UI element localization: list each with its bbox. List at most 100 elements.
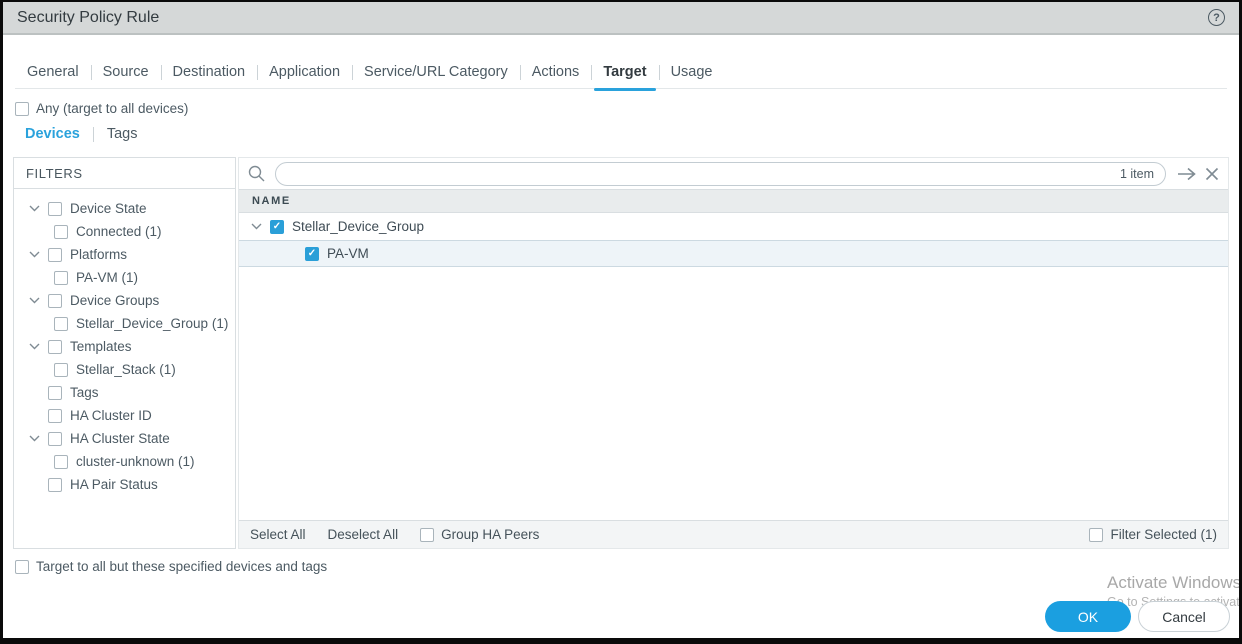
filter-checkbox[interactable]	[48, 248, 62, 262]
device-group-row[interactable]: Stellar_Device_Group	[239, 213, 1228, 240]
filter-label: Stellar_Stack (1)	[76, 362, 176, 377]
filters-panel: FILTERS Device State Connected (1) Platf…	[13, 157, 236, 549]
filter-selected-label: Filter Selected (1)	[1110, 527, 1217, 542]
filter-item-stellar-device-group: Stellar_Device_Group (1)	[14, 312, 235, 335]
filter-checkbox[interactable]	[54, 225, 68, 239]
tab-target[interactable]: Target	[591, 56, 658, 89]
search-row: 1 item	[239, 158, 1228, 189]
subtab-bar: Devices Tags	[25, 126, 137, 142]
subtab-separator	[93, 127, 94, 142]
filter-label: Device State	[70, 201, 147, 216]
filter-checkbox[interactable]	[54, 317, 68, 331]
device-group-checkbox[interactable]	[270, 220, 284, 234]
name-column-header: NAME	[239, 189, 1228, 213]
filter-label: HA Cluster ID	[70, 408, 152, 423]
filter-selected-control: Filter Selected (1)	[1089, 527, 1217, 542]
tab-service-url-category[interactable]: Service/URL Category	[352, 56, 520, 89]
filters-header: FILTERS	[14, 158, 235, 189]
tab-bar: General Source Destination Application S…	[15, 56, 1227, 89]
device-checkbox[interactable]	[305, 247, 319, 261]
filter-item-tags: Tags	[14, 381, 235, 404]
chevron-down-icon[interactable]	[28, 251, 40, 258]
filter-checkbox[interactable]	[48, 432, 62, 446]
filter-checkbox[interactable]	[54, 455, 68, 469]
tab-source[interactable]: Source	[91, 56, 161, 89]
search-icon	[243, 164, 270, 183]
item-count-badge: 1 item	[1120, 167, 1165, 181]
filter-item-device-state: Device State	[14, 197, 235, 220]
filter-item-ha-cluster-id: HA Cluster ID	[14, 404, 235, 427]
filter-checkbox[interactable]	[54, 363, 68, 377]
filter-label: Templates	[70, 339, 132, 354]
negate-target-row: Target to all but these specified device…	[15, 559, 327, 574]
filter-label: cluster-unknown (1)	[76, 454, 195, 469]
help-icon[interactable]: ?	[1208, 9, 1225, 26]
select-all-button[interactable]: Select All	[250, 527, 306, 542]
group-ha-peers-control: Group HA Peers	[420, 527, 539, 542]
tab-actions[interactable]: Actions	[520, 56, 592, 89]
target-content: FILTERS Device State Connected (1) Platf…	[13, 157, 1229, 549]
search-pill: 1 item	[275, 162, 1166, 186]
dialog-footer-buttons: OK Cancel	[1045, 601, 1230, 632]
filter-selected-checkbox[interactable]	[1089, 528, 1103, 542]
filter-checkbox[interactable]	[54, 271, 68, 285]
filter-label: Stellar_Device_Group (1)	[76, 316, 228, 331]
filter-label: Tags	[70, 385, 99, 400]
filter-item-templates: Templates	[14, 335, 235, 358]
filter-checkbox[interactable]	[48, 478, 62, 492]
tab-destination[interactable]: Destination	[161, 56, 258, 89]
group-ha-peers-label: Group HA Peers	[441, 527, 539, 542]
any-target-row: Any (target to all devices)	[15, 101, 188, 116]
any-target-checkbox[interactable]	[15, 102, 29, 116]
search-input[interactable]	[276, 164, 1120, 184]
chevron-down-icon[interactable]	[250, 223, 262, 230]
chevron-down-icon[interactable]	[28, 343, 40, 350]
filter-label: PA-VM (1)	[76, 270, 138, 285]
apply-filter-arrow-icon[interactable]	[1173, 167, 1201, 181]
filter-checkbox[interactable]	[48, 340, 62, 354]
cancel-button[interactable]: Cancel	[1138, 601, 1230, 632]
list-empty-space	[239, 267, 1228, 520]
filter-checkbox[interactable]	[48, 202, 62, 216]
device-group-label: Stellar_Device_Group	[292, 219, 424, 234]
filter-checkbox[interactable]	[48, 294, 62, 308]
devices-list-panel: 1 item NAME Stellar_Device_Group PA-VM	[238, 157, 1229, 549]
tab-application[interactable]: Application	[257, 56, 352, 89]
filter-checkbox[interactable]	[48, 409, 62, 423]
negate-target-label: Target to all but these specified device…	[36, 559, 327, 574]
security-policy-rule-dialog: Security Policy Rule ? General Source De…	[0, 0, 1242, 644]
chevron-down-icon[interactable]	[28, 205, 40, 212]
filter-label: Device Groups	[70, 293, 159, 308]
watermark-line1: Activate Windows	[1107, 573, 1242, 593]
filter-item-connected: Connected (1)	[14, 220, 235, 243]
device-row[interactable]: PA-VM	[239, 240, 1228, 267]
tab-usage[interactable]: Usage	[659, 56, 725, 89]
chevron-down-icon[interactable]	[28, 435, 40, 442]
negate-target-checkbox[interactable]	[15, 560, 29, 574]
filter-label: Platforms	[70, 247, 127, 262]
chevron-down-icon[interactable]	[28, 297, 40, 304]
ok-button[interactable]: OK	[1045, 601, 1131, 632]
filter-checkbox[interactable]	[48, 386, 62, 400]
filter-label: Connected (1)	[76, 224, 162, 239]
group-ha-peers-checkbox[interactable]	[420, 528, 434, 542]
filter-item-pa-vm: PA-VM (1)	[14, 266, 235, 289]
dialog-title: Security Policy Rule	[17, 9, 159, 27]
filter-item-ha-cluster-state: HA Cluster State	[14, 427, 235, 450]
dialog-titlebar: Security Policy Rule ?	[3, 2, 1239, 35]
clear-filter-close-icon[interactable]	[1201, 167, 1223, 181]
tab-general[interactable]: General	[15, 56, 91, 89]
filter-item-stellar-stack: Stellar_Stack (1)	[14, 358, 235, 381]
filter-label: HA Pair Status	[70, 477, 158, 492]
subtab-tags[interactable]: Tags	[107, 126, 138, 142]
filter-item-device-groups: Device Groups	[14, 289, 235, 312]
deselect-all-button[interactable]: Deselect All	[328, 527, 399, 542]
list-toolbar: Select All Deselect All Group HA Peers F…	[239, 520, 1228, 548]
filter-item-ha-pair-status: HA Pair Status	[14, 473, 235, 496]
any-target-label: Any (target to all devices)	[36, 101, 188, 116]
filter-label: HA Cluster State	[70, 431, 170, 446]
filters-tree: Device State Connected (1) Platforms PA-…	[14, 189, 235, 496]
subtab-devices[interactable]: Devices	[25, 126, 80, 142]
device-label: PA-VM	[327, 246, 369, 261]
filter-item-platforms: Platforms	[14, 243, 235, 266]
